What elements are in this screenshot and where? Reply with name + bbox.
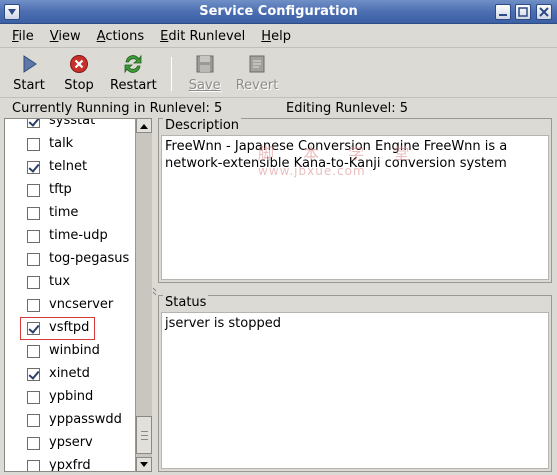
service-name: ypxfrd <box>49 458 91 472</box>
restart-icon <box>122 53 144 75</box>
service-checkbox[interactable] <box>27 414 40 427</box>
service-checkbox[interactable] <box>27 161 40 174</box>
service-checkbox[interactable] <box>27 437 40 450</box>
status-label: Status <box>163 295 209 310</box>
maximize-icon <box>518 7 528 17</box>
service-name: tftp <box>49 182 72 197</box>
service-list[interactable]: sysstat talk telnet tftp time time-udp tog-peg… <box>4 118 152 472</box>
service-name: telnet <box>49 159 88 174</box>
service-row[interactable]: winbind <box>5 340 135 363</box>
service-row[interactable]: time-udp <box>5 225 135 248</box>
service-checkbox[interactable] <box>27 230 40 243</box>
service-name: tux <box>49 274 71 289</box>
service-row[interactable]: tftp <box>5 179 135 202</box>
toolbar-separator <box>170 57 172 91</box>
service-row[interactable]: talk <box>5 133 135 156</box>
service-name: vsftpd <box>49 320 90 335</box>
service-name: sysstat <box>49 118 96 128</box>
arrow-up-icon <box>140 123 148 129</box>
service-checkbox[interactable] <box>27 345 40 358</box>
service-row[interactable]: ypbind <box>5 386 135 409</box>
stop-icon <box>68 53 90 75</box>
service-checkbox[interactable] <box>27 184 40 197</box>
service-checkbox[interactable] <box>27 460 40 471</box>
service-checkbox[interactable] <box>27 253 40 266</box>
menu-view[interactable]: View <box>42 29 89 44</box>
service-name: yppasswdd <box>49 412 122 427</box>
service-name: winbind <box>49 343 100 358</box>
arrow-down-icon <box>140 461 148 467</box>
close-icon <box>539 7 549 17</box>
service-row[interactable]: yppasswdd <box>5 409 135 432</box>
menu-bar: File View Actions Edit Runlevel Help <box>0 25 557 48</box>
menu-help[interactable]: Help <box>253 29 299 44</box>
service-name: talk <box>49 136 74 151</box>
service-checkbox[interactable] <box>27 207 40 220</box>
service-name: ypserv <box>49 435 93 450</box>
service-row[interactable]: xinetd <box>5 363 135 386</box>
revert-button[interactable]: Revert <box>230 49 285 97</box>
close-button[interactable] <box>536 4 552 20</box>
service-row[interactable]: vncserver <box>5 294 135 317</box>
scroll-down-button[interactable] <box>136 457 152 472</box>
menu-actions[interactable]: Actions <box>89 29 153 44</box>
service-list-content: sysstat talk telnet tftp time time-udp tog-peg… <box>5 118 135 472</box>
status-frame: Status jserver is stopped <box>158 295 552 472</box>
scrollbar-thumb[interactable] <box>136 416 152 454</box>
play-icon <box>18 53 40 75</box>
menu-edit-runlevel[interactable]: Edit Runlevel <box>152 29 253 44</box>
minimize-button[interactable] <box>495 4 511 20</box>
service-name: xinetd <box>49 366 90 381</box>
service-row[interactable]: ypxfrd <box>5 455 135 472</box>
site-watermark: 脚 本 学 堂 www.jbxue.com <box>258 144 422 178</box>
window-title: Service Configuration <box>199 4 358 19</box>
service-row[interactable]: time <box>5 202 135 225</box>
service-name: vncserver <box>49 297 114 312</box>
service-checkbox[interactable] <box>27 276 40 289</box>
description-label: Description <box>163 118 242 133</box>
editing-runlevel-label: Editing Runlevel: 5 <box>286 101 409 116</box>
service-row[interactable]: tog-pegasus <box>5 248 135 271</box>
title-bar: Service Configuration <box>0 0 557 24</box>
service-checkbox[interactable] <box>27 322 40 335</box>
service-checkbox[interactable] <box>27 391 40 404</box>
service-name: time <box>49 205 79 220</box>
service-name: tog-pegasus <box>49 251 130 266</box>
start-button[interactable]: Start <box>4 49 54 97</box>
toolbar: Start Stop Restart Save Revert <box>0 49 557 98</box>
scroll-up-button[interactable] <box>136 118 152 133</box>
service-list-scrollbar[interactable] <box>135 118 152 472</box>
current-runlevel-label: Currently Running in Runlevel: 5 <box>12 101 223 116</box>
minimize-icon <box>499 14 507 16</box>
save-button[interactable]: Save <box>180 49 230 97</box>
service-row[interactable]: tux <box>5 271 135 294</box>
restart-button[interactable]: Restart <box>104 49 163 97</box>
service-checkbox[interactable] <box>27 368 40 381</box>
runlevel-status-row: Currently Running in Runlevel: 5 Editing… <box>0 99 557 117</box>
service-row[interactable]: sysstat <box>5 118 135 133</box>
status-text[interactable]: jserver is stopped <box>161 312 549 469</box>
floppy-disk-icon <box>194 53 216 75</box>
service-row[interactable]: telnet <box>5 156 135 179</box>
service-row[interactable]: vsftpd <box>5 317 135 340</box>
service-name: time-udp <box>49 228 108 243</box>
service-name: ypbind <box>49 389 94 404</box>
revert-icon <box>246 53 268 75</box>
service-row[interactable]: ypserv <box>5 432 135 455</box>
stop-button[interactable]: Stop <box>54 49 104 97</box>
maximize-button[interactable] <box>515 4 531 20</box>
service-checkbox[interactable] <box>27 299 40 312</box>
pane-divider-grip[interactable] <box>152 286 157 296</box>
service-checkbox[interactable] <box>27 119 40 128</box>
menu-file[interactable]: File <box>4 29 42 44</box>
service-checkbox[interactable] <box>27 138 40 151</box>
